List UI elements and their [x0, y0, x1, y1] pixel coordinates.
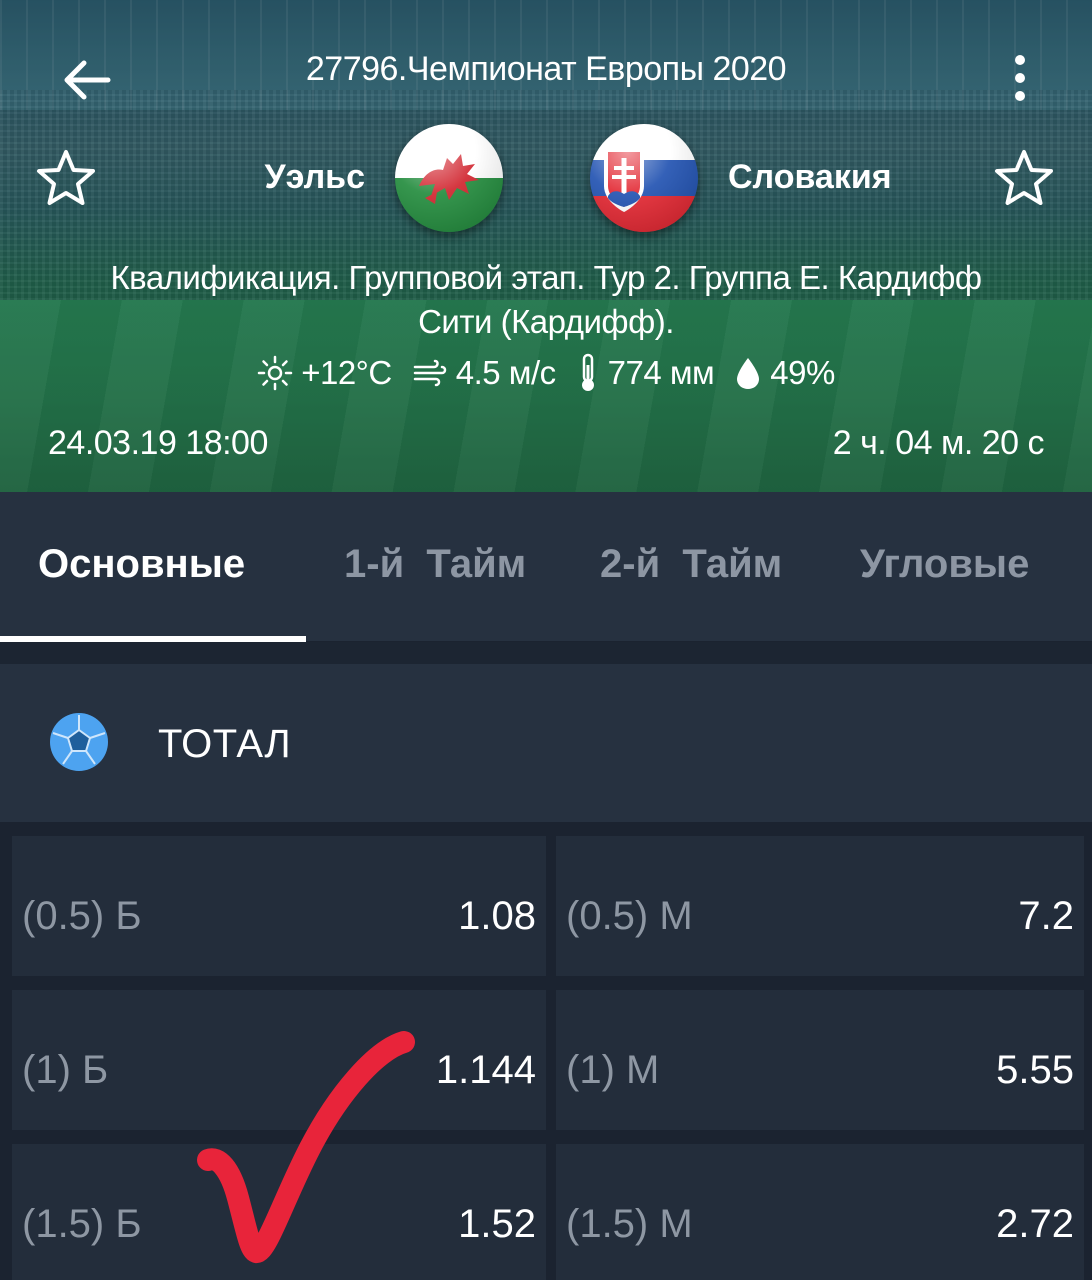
- sun-icon: [257, 355, 293, 391]
- soccer-ball-icon: [48, 711, 110, 773]
- total-market-header[interactable]: ТОТАЛ: [0, 664, 1092, 822]
- odds-under-value: 2.72: [996, 1202, 1074, 1246]
- slovakia-flag-icon: [590, 124, 698, 232]
- temperature-value: +12°C: [301, 354, 392, 391]
- tab-corners[interactable]: Угловые: [860, 542, 1029, 587]
- wind-icon: [412, 355, 448, 391]
- odds-over-cell[interactable]: (1.5) Б 1.52: [12, 1144, 546, 1280]
- odds-under-value: 7.2: [1018, 894, 1074, 938]
- thermometer-icon: [576, 353, 600, 393]
- event-description: Квалификация. Групповой этап. Тур 2. Гру…: [30, 256, 1062, 344]
- section-title: ТОТАЛ: [158, 722, 292, 766]
- match-date: 24.03.19 18:00: [48, 424, 268, 462]
- odds-under-cell[interactable]: (0.5) М 7.2: [556, 836, 1084, 976]
- favorite-home-star-icon[interactable]: [36, 148, 96, 208]
- tournament-title: 27796.Чемпионат Европы 2020: [305, 50, 787, 88]
- odds-under-label: (1.5) М: [566, 1202, 693, 1246]
- odds-grid: (0.5) Б 1.08 (0.5) М 7.2 (1) Б 1.144 (1)…: [0, 822, 1092, 1280]
- wind-value: 4.5 м/с: [455, 354, 556, 391]
- market-tabs: Основные 1-й Тайм 2-й Тайм Угловые: [0, 492, 1092, 642]
- home-team-name: Уэльс: [264, 158, 366, 196]
- tab-first-half[interactable]: 1-й Тайм: [344, 542, 526, 587]
- tab-main[interactable]: Основные: [38, 542, 245, 587]
- favorite-away-star-icon[interactable]: [994, 148, 1054, 208]
- odds-under-value: 5.55: [996, 1048, 1074, 1092]
- weather-bar: +12°C 4.5 м/с 774 мм 49%: [0, 350, 1092, 396]
- match-countdown: 2 ч. 04 м. 20 с: [832, 424, 1045, 462]
- odds-under-cell[interactable]: (1) М 5.55: [556, 990, 1084, 1130]
- odds-over-label: (1.5) Б: [22, 1202, 142, 1246]
- odds-over-label: (0.5) Б: [22, 894, 142, 938]
- water-drop-icon: [734, 355, 762, 391]
- odds-over-label: (1) Б: [22, 1048, 109, 1092]
- away-team-name: Словакия: [728, 158, 892, 196]
- odds-under-cell[interactable]: (1.5) М 2.72: [556, 1144, 1084, 1280]
- match-header: 27796.Чемпионат Европы 2020 Уэльс Словак…: [0, 0, 1092, 492]
- odds-over-cell[interactable]: (0.5) Б 1.08: [12, 836, 546, 976]
- event-description-line1: Квалификация. Групповой этап. Тур 2. Гру…: [110, 259, 982, 296]
- odds-under-label: (1) М: [566, 1048, 660, 1092]
- tab-second-half[interactable]: 2-й Тайм: [600, 542, 782, 587]
- back-arrow-icon[interactable]: [58, 52, 114, 108]
- humidity-value: 49%: [770, 354, 835, 391]
- odds-under-label: (0.5) М: [566, 894, 693, 938]
- odds-over-value: 1.144: [435, 1048, 536, 1092]
- more-vert-icon[interactable]: [1002, 50, 1038, 110]
- event-description-line2: Сити (Кардифф).: [418, 303, 674, 340]
- odds-over-value: 1.08: [458, 894, 536, 938]
- odds-over-value: 1.52: [458, 1202, 536, 1246]
- pressure-value: 774 мм: [607, 354, 715, 391]
- wales-flag-icon: [395, 124, 503, 232]
- odds-over-cell[interactable]: (1) Б 1.144: [12, 990, 546, 1130]
